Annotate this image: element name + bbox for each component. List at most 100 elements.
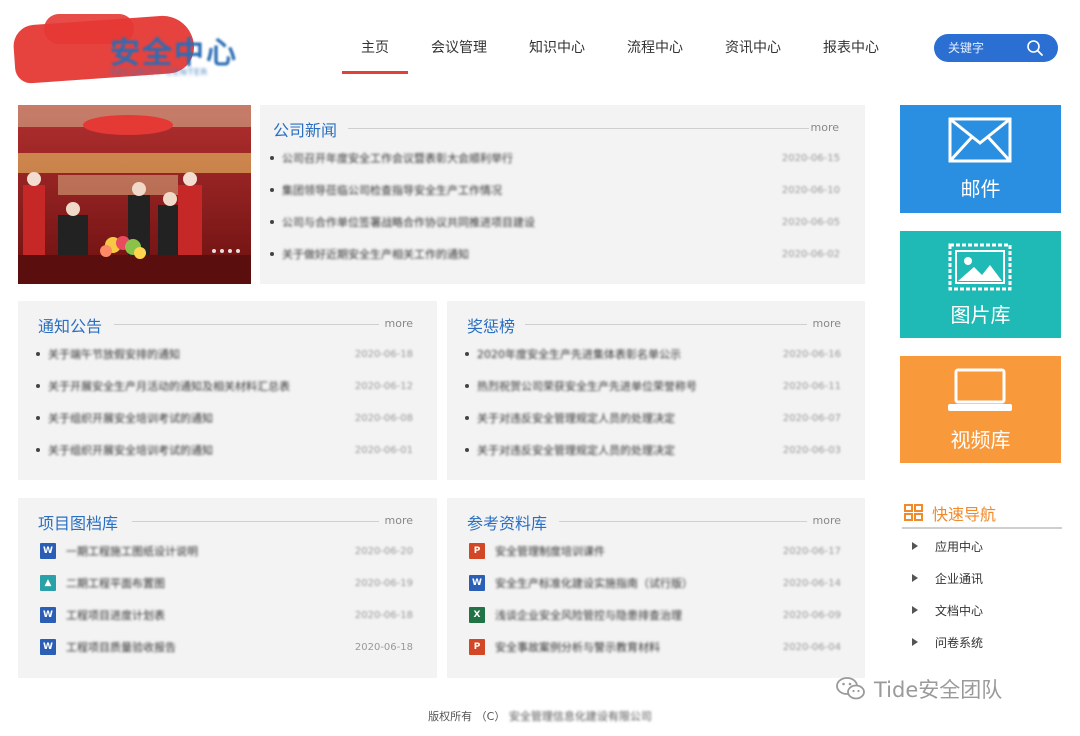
rewards-more-link[interactable]: more [813, 317, 842, 330]
notice-date: 2020-06-01 [354, 444, 413, 456]
doc-date: 2020-06-20 [354, 545, 413, 557]
search-icon[interactable] [1026, 39, 1044, 57]
word-file-icon: W [40, 639, 56, 655]
reward-title: 热烈祝贺公司荣获安全生产先进单位荣誉称号 [477, 380, 697, 393]
reference-date: 2020-06-17 [782, 545, 841, 557]
notices-more-link[interactable]: more [385, 317, 414, 330]
reference-title: 安全事故案例分析与警示教育材料 [495, 641, 660, 654]
quick-nav-title: 快速导航 [932, 505, 997, 524]
watermark: Tide安全团队 [836, 674, 1002, 704]
references-panel: 参考资料库 more P 安全管理制度培训课件 2020-06-17 W 安全生产标准… [447, 498, 865, 678]
bullet [36, 384, 40, 388]
bullet [36, 352, 40, 356]
quick-nav-item-surveys[interactable]: 问卷系统 [902, 625, 1062, 657]
caret-right-icon [912, 574, 918, 582]
divider [559, 521, 807, 522]
powerpoint-file-icon: P [469, 543, 485, 559]
quick-nav-item-contacts[interactable]: 企业通讯 [902, 561, 1062, 593]
list-item[interactable]: 2020年度安全生产先进集体表彰名单公示 2020-06-16 [465, 338, 841, 370]
logo-subtext: SECURITY CENTER [110, 68, 209, 78]
notice-title: 关于组织开展安全培训考试的通知 [48, 444, 213, 457]
news-title: 公司召开年度安全工作会议暨表彰大会顺利举行 [282, 152, 513, 165]
list-item[interactable]: 集团领导莅临公司检查指导安全生产工作情况 2020-06-10 [270, 174, 840, 206]
reference-title: 安全管理制度培训课件 [495, 545, 605, 558]
list-item[interactable]: 热烈祝贺公司荣获安全生产先进单位荣誉称号 2020-06-11 [465, 370, 841, 402]
list-item[interactable]: P 安全管理制度培训课件 2020-06-17 [469, 535, 841, 567]
divider [348, 128, 809, 129]
caret-right-icon [912, 542, 918, 550]
main-nav: 主页 会议管理 知识中心 流程中心 资讯中心 报表中心 [340, 30, 900, 74]
project-docs-more-link[interactable]: more [385, 514, 414, 527]
list-item[interactable]: 关于开展安全生产月活动的通知及相关材料汇总表 2020-06-12 [36, 370, 413, 402]
news-title: 集团领导莅临公司检查指导安全生产工作情况 [282, 184, 502, 197]
quick-nav-label: 文档中心 [935, 604, 984, 618]
nav-item-workflow[interactable]: 流程中心 [606, 30, 704, 74]
doc-title: 工程项目质量验收报告 [66, 641, 176, 654]
list-item[interactable]: 公司召开年度安全工作会议暨表彰大会顺利举行 2020-06-15 [270, 142, 840, 174]
list-item[interactable]: 公司与合作单位签署战略合作协议共同推进项目建设 2020-06-05 [270, 206, 840, 238]
gallery-tile[interactable]: 图片库 [900, 231, 1061, 338]
nav-item-news[interactable]: 资讯中心 [704, 30, 802, 74]
logo-text: 安全中心 [110, 36, 238, 71]
wechat-icon [836, 677, 865, 700]
nav-item-reports[interactable]: 报表中心 [802, 30, 900, 74]
divider [525, 324, 807, 325]
list-item[interactable]: P 安全事故案例分析与警示教育材料 2020-06-04 [469, 631, 841, 663]
list-item[interactable]: 关于对违反安全管理规定人员的处理决定 2020-06-03 [465, 434, 841, 466]
quick-nav-item-documents[interactable]: 文档中心 [902, 593, 1062, 625]
search-box [934, 34, 1058, 62]
references-more-link[interactable]: more [813, 514, 842, 527]
list-item[interactable]: W 工程项目进度计划表 2020-06-18 [40, 599, 413, 631]
bullet [465, 352, 469, 356]
bullet [270, 252, 274, 256]
bullet [465, 384, 469, 388]
image-file-icon: ▲ [40, 575, 56, 591]
nav-item-meetings[interactable]: 会议管理 [410, 30, 508, 74]
copyright-text: 版权所有 （C） [428, 710, 506, 723]
mail-tile[interactable]: 邮件 [900, 105, 1061, 213]
list-item[interactable]: 关于组织开展安全培训考试的通知 2020-06-01 [36, 434, 413, 466]
divider [114, 324, 379, 325]
search-input[interactable] [948, 39, 1028, 57]
doc-title: 一期工程施工图纸设计说明 [66, 545, 198, 558]
company-news-title: 公司新闻 [273, 121, 338, 140]
quick-nav-item-apps[interactable]: 应用中心 [902, 529, 1062, 561]
doc-title: 工程项目进度计划表 [66, 609, 165, 622]
company-news-more-link[interactable]: more [811, 121, 840, 134]
list-item[interactable]: 关于组织开展安全培训考试的通知 2020-06-08 [36, 402, 413, 434]
list-item[interactable]: X 浅谈企业安全风险管控与隐患排查治理 2020-06-09 [469, 599, 841, 631]
list-item[interactable]: W 一期工程施工图纸设计说明 2020-06-20 [40, 535, 413, 567]
bullet [36, 448, 40, 452]
nav-item-home[interactable]: 主页 [340, 30, 410, 74]
quick-nav: 快速导航 应用中心 企业通讯 文档中心 问卷系统 [902, 497, 1062, 657]
list-item[interactable]: 关于对违反安全管理规定人员的处理决定 2020-06-07 [465, 402, 841, 434]
quick-nav-label: 企业通讯 [935, 572, 984, 586]
notices-title: 通知公告 [38, 317, 103, 336]
list-item[interactable]: 关于端午节放假安排的通知 2020-06-18 [36, 338, 413, 370]
doc-date: 2020-06-18 [354, 609, 413, 621]
site-logo[interactable]: 安全中心 SECURITY CENTER [12, 12, 254, 85]
notice-date: 2020-06-08 [354, 412, 413, 424]
list-item[interactable]: ▲ 二期工程平面布置图 2020-06-19 [40, 567, 413, 599]
list-item[interactable]: W 安全生产标准化建设实施指南（试行版） 2020-06-14 [469, 567, 841, 599]
bullet [36, 416, 40, 420]
project-docs-panel: 项目图档库 more W 一期工程施工图纸设计说明 2020-06-20 ▲ 二期工程… [18, 498, 437, 678]
doc-date: 2020-06-19 [354, 577, 413, 589]
doc-title: 二期工程平面布置图 [66, 577, 165, 590]
news-photo[interactable] [18, 105, 251, 284]
notice-title: 关于组织开展安全培训考试的通知 [48, 412, 213, 425]
news-date: 2020-06-10 [781, 184, 840, 196]
bullet [465, 416, 469, 420]
bullet [270, 220, 274, 224]
news-date: 2020-06-02 [781, 248, 840, 260]
list-item[interactable]: 关于做好近期安全生产相关工作的通知 2020-06-02 [270, 238, 840, 270]
rewards-title: 奖惩榜 [467, 317, 516, 336]
list-item[interactable]: W 工程项目质量验收报告 2020-06-18 [40, 631, 413, 663]
nav-item-knowledge[interactable]: 知识中心 [508, 30, 606, 74]
caret-right-icon [912, 606, 918, 614]
word-file-icon: W [40, 543, 56, 559]
notice-title: 关于端午节放假安排的通知 [48, 348, 180, 361]
video-tile[interactable]: 视频库 [900, 356, 1061, 463]
reference-date: 2020-06-04 [782, 641, 841, 653]
word-file-icon: W [40, 607, 56, 623]
